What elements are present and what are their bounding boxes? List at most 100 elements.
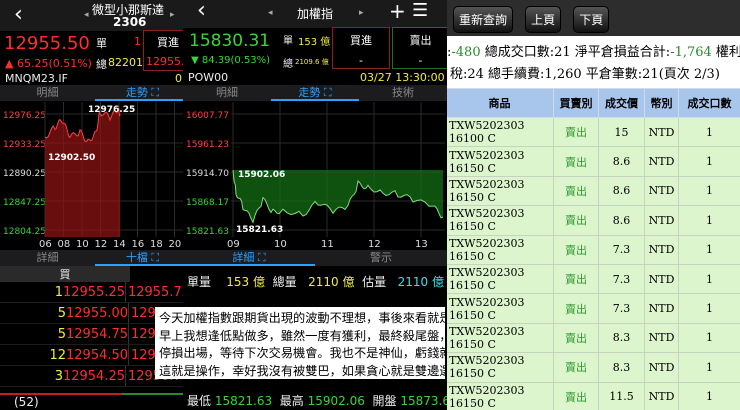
plus-icon[interactable]: + [389,0,406,23]
last-price: 12955.50 [4,33,90,54]
y-tick-label: 16007.77 [186,111,229,121]
open-value: 15873.67 [400,394,447,408]
cell-product: TXW5202303 16150 C [447,263,554,295]
total-volume-label: 總量 [272,275,297,289]
stats-row: 最低 15821.63 最高 15902.06 開盤 15873.67 [187,392,447,409]
cell-price: 11.5 [598,381,645,410]
tab-technical[interactable]: 技術 [359,85,447,101]
x-tick-label: 14 [113,239,126,250]
cell-price: 15 [598,116,645,148]
cell-price: 8.6 [598,175,645,207]
y-tick-label: 15961.23 [186,140,229,150]
table-row[interactable]: TXW5202303 16150 C 賣出 8.6 NTD 1 [447,205,740,236]
bid-price: 12955.00 [66,306,129,321]
col-qty: 成交口數 [678,88,740,118]
detail-tabs: 詳細 ⛶ 警示 [183,250,447,266]
y-tick-label: 15821.63 [186,227,229,237]
toolbar: 重新查詢 上頁 下頁 [447,0,740,36]
single-volume: 153 億 [298,37,331,48]
x-tick-label: 18 [150,239,163,250]
col-product: 商品 [447,88,554,118]
bid-qty: 5 [57,306,66,321]
x-tick-label: 09 [227,239,240,250]
buy-button[interactable]: 買進 - [332,27,390,69]
col-price: 成交價 [598,88,645,118]
cell-currency: NTD [644,263,679,295]
next-icon[interactable]: ▸ [359,8,364,18]
cell-price: 7.3 [598,234,645,265]
tab-alerts[interactable]: 警示 [315,250,447,266]
tab-detail[interactable]: 明細 [183,85,271,101]
chart-tabs: 明細 走勢 ⛶ 技術 [183,85,447,101]
table-row[interactable]: TXW5202303 16150 C 賣出 11.5 NTD 1 [447,381,740,410]
table-row[interactable]: TXW5202303 16150 C 賣出 8.6 NTD 1 [447,175,740,207]
last-price: 15830.31 [189,31,271,51]
volume-value: 153 億 [226,275,266,289]
summary-text: 權利 [711,45,740,60]
sell-button[interactable]: 賣出 - [392,27,447,69]
price-change: ▼ 84.39(0.53%) [191,55,271,66]
y-tick-label: 15868.17 [186,198,229,208]
cell-side: 賣出 [553,352,599,383]
cell-qty: 1 [678,116,740,148]
table-row[interactable]: TXW5202303 16150 C 賣出 7.3 NTD 1 [447,263,740,295]
next-icon[interactable]: ▸ [170,10,175,20]
tab-ten-levels[interactable]: 十檔 ⛶ [95,250,190,266]
subtitle-line: 這就是操作，幸好我沒有被雙巴，如果貪心就是雙邊選擇權都虧 [159,363,445,378]
total-volume: 2109.6 億 [295,58,329,66]
table-row[interactable]: TXW5202303 16150 C 賣出 8.6 NTD 1 [447,146,740,177]
x-tick-label: 10 [274,239,287,250]
summary-value: -480 [451,45,481,60]
table-row[interactable]: TXW5202303 16150 C 賣出 8.3 NTD 1 [447,352,740,383]
x-tick-label: 12 [368,239,381,250]
tab-detail[interactable]: 明細 [0,85,95,101]
prev-icon[interactable]: ◂ [84,10,89,20]
y-tick-label: 12890.25 [3,169,46,179]
next-page-button[interactable]: 下頁 [573,6,610,33]
menu-icon[interactable]: ☰ [412,0,428,21]
ask-price: 129 [128,324,156,344]
cell-product: TXW5202303 16150 C [447,234,554,265]
bid-price: 12954.50 [66,348,129,363]
low-label: 最低 [187,394,212,408]
y-tick-label: 12847.25 [3,198,46,208]
table-row[interactable]: TXW5202303 16150 C 賣出 7.3 NTD 1 [447,234,740,265]
cell-product: TXW5202303 16150 C [447,293,554,324]
x-tick-label: 08 [58,239,71,250]
bid-qty: 1 [54,285,63,300]
summary-line-2: 稅:24 總手續費:1,260 平倉筆數:21(頁次 2/3) [450,67,720,82]
prev-page-button[interactable]: 上頁 [525,6,562,33]
subtitle-line: 停損出場，等待下次交易機會。我也不是神仙，虧錢就讓他變少 [159,346,445,360]
requery-button[interactable]: 重新查詢 [453,6,514,33]
y-tick-label: 12976.25 [3,111,46,121]
prev-icon[interactable]: ◂ [268,8,273,18]
tab-trend[interactable]: 走勢 ⛶ [95,85,190,101]
cell-price: 8.6 [598,146,645,177]
col-currency: 幣別 [644,88,679,118]
subtitle-line: 今天加權指數跟期貨出現的波動不理想，事後來看就是多空雙殺 [159,311,445,325]
total-label: 總 [283,59,293,70]
tab-trend[interactable]: 走勢 ⛶ [271,85,359,101]
cell-qty: 1 [678,205,740,236]
cell-side: 賣出 [553,116,599,148]
back-icon[interactable]: ‹ [14,2,23,27]
table-row[interactable]: TXW5202303 16150 C 賣出 8.3 NTD 1 [447,322,740,354]
x-tick-label: 20 [169,239,182,250]
cell-product: TXW5202303 16150 C [447,205,554,236]
high-label: 12976.25 [88,105,135,115]
open-label: 開盤 [372,394,397,408]
cell-price: 8.3 [598,352,645,383]
cell-qty: 1 [678,293,740,324]
table-row[interactable]: TXW5202303 16100 C 賣出 15 NTD 1 [447,116,740,148]
volume-row: 單量 153 億 總量 2110 億 估量 2110 億 [187,273,444,290]
cell-currency: NTD [644,381,679,410]
symbol: MNQM23.IF [5,72,68,85]
table-row[interactable]: TXW5202303 16150 C 賣出 7.3 NTD 1 [447,293,740,324]
tab-details[interactable]: 詳細 [0,250,95,266]
buy-label: 買進 [350,34,372,47]
bid-qty: 12 [49,348,66,363]
cell-price: 8.3 [598,322,645,354]
tab-details[interactable]: 詳細 ⛶ [183,250,315,266]
cell-currency: NTD [644,234,679,265]
back-icon[interactable]: ‹ [197,0,206,23]
